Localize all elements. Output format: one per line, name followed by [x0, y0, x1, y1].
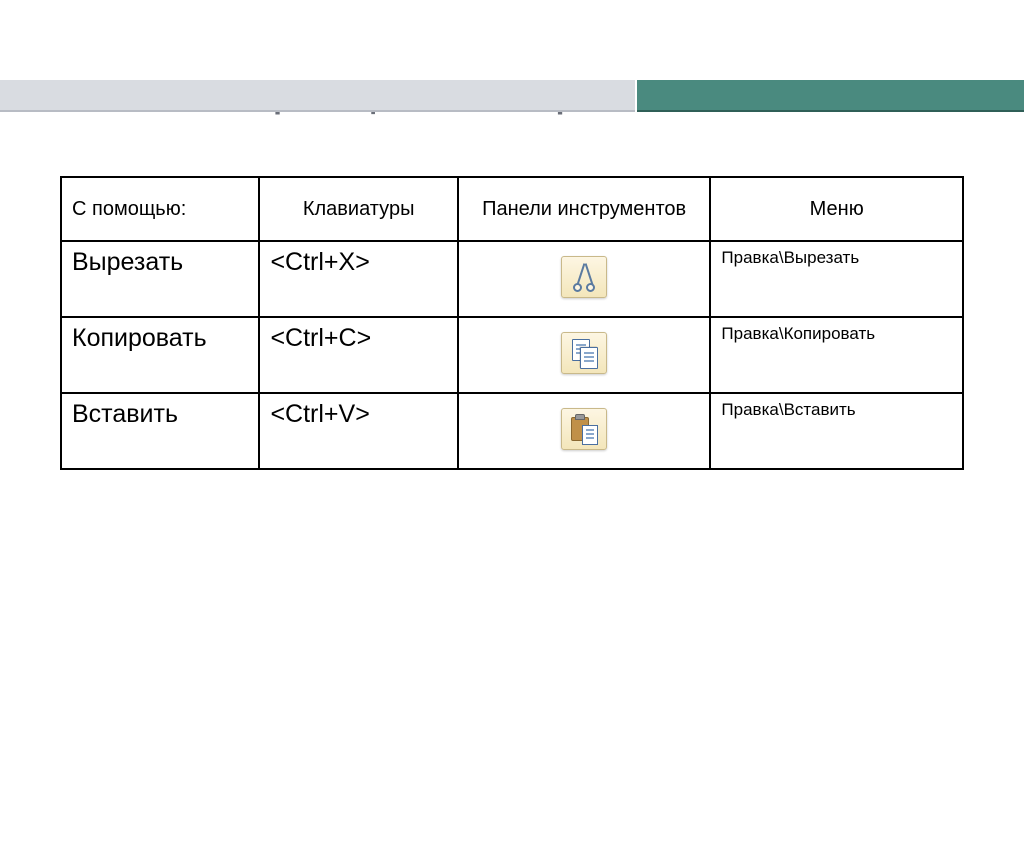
keyboard-shortcut: <Ctrl+X> — [259, 241, 457, 317]
keyboard-shortcut: <Ctrl+C> — [259, 317, 457, 393]
toolbar-icon-cell — [458, 241, 711, 317]
header-keyboard: Клавиатуры — [259, 177, 457, 241]
content-area: С помощью: Клавиатуры Панели инструменто… — [60, 176, 964, 470]
cut-icon — [561, 256, 607, 298]
decorative-top-border — [0, 80, 1024, 112]
menu-path: Правка\Вставить — [710, 393, 963, 469]
header-menu: Меню — [710, 177, 963, 241]
menu-path: Правка\Вырезать — [710, 241, 963, 317]
toolbar-icon-cell — [458, 393, 711, 469]
header-using: С помощью: — [61, 177, 259, 241]
action-label: Вставить — [61, 393, 259, 469]
table-row: Копировать <Ctrl+C> Правка\Копировать — [61, 317, 963, 393]
header-toolbar: Панели инструментов — [458, 177, 711, 241]
menu-path: Правка\Копировать — [710, 317, 963, 393]
table-header-row: С помощью: Клавиатуры Панели инструменто… — [61, 177, 963, 241]
keyboard-shortcut: <Ctrl+V> — [259, 393, 457, 469]
toolbar-icon-cell — [458, 317, 711, 393]
table-row: Вырезать <Ctrl+X> Правка\Вырезать — [61, 241, 963, 317]
paste-icon — [561, 408, 607, 450]
copy-icon — [561, 332, 607, 374]
action-label: Вырезать — [61, 241, 259, 317]
action-label: Копировать — [61, 317, 259, 393]
shortcuts-table: С помощью: Клавиатуры Панели инструменто… — [60, 176, 964, 470]
table-row: Вставить <Ctrl+V> Правка\Вставить — [61, 393, 963, 469]
